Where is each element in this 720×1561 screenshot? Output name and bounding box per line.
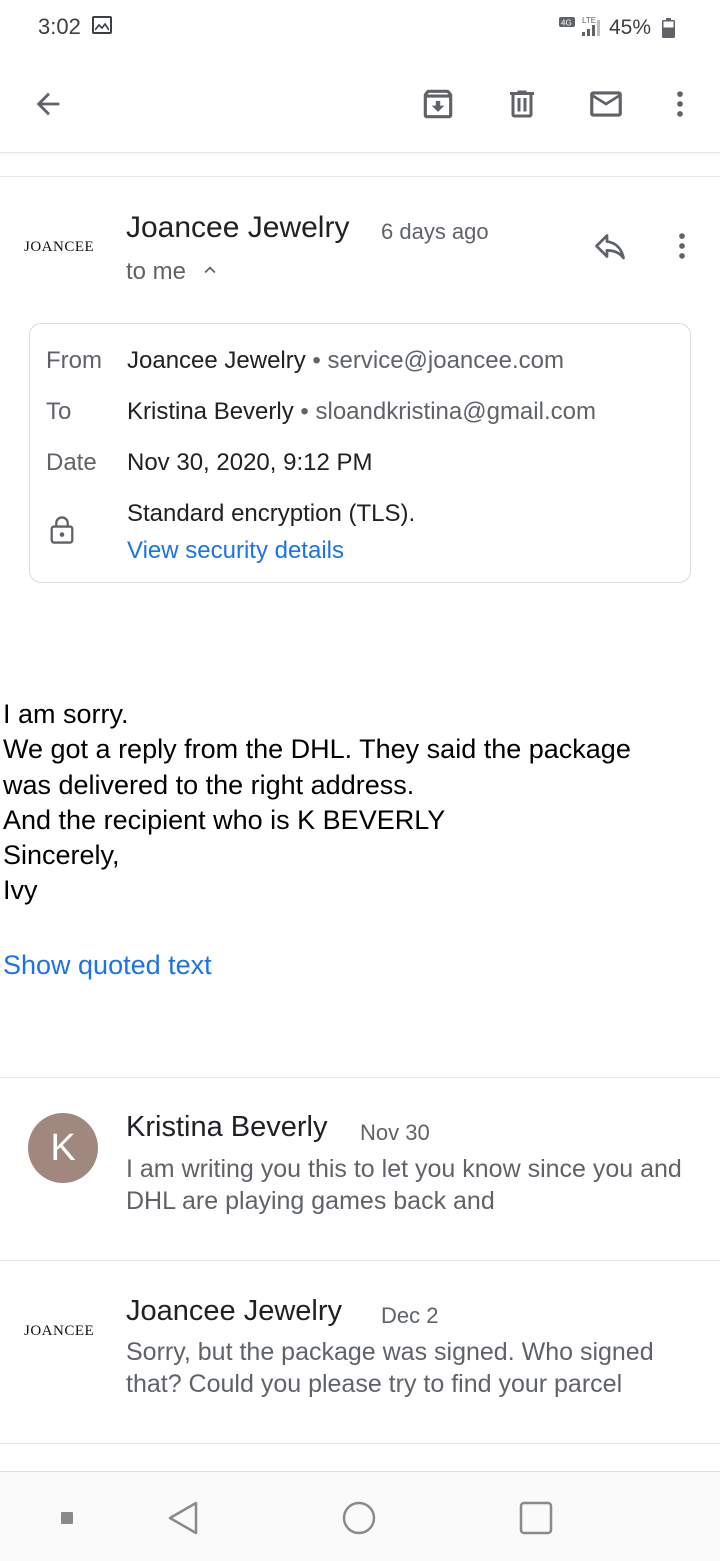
signal-icon: 4G LTE	[559, 16, 600, 36]
to-email[interactable]: sloandkristina@gmail.com	[315, 398, 595, 425]
more-vert-icon	[679, 233, 685, 259]
thread-snippet: I am writing you this to let you know si…	[126, 1155, 682, 1215]
status-bar: 3:02 4G LTE 45%	[0, 0, 720, 58]
back-button[interactable]	[22, 78, 74, 130]
archive-icon	[423, 89, 453, 119]
more-vert-icon	[677, 91, 683, 117]
divider	[0, 1443, 720, 1444]
square-recents-icon	[519, 1501, 553, 1535]
thread-sender: Joancee Jewelry	[126, 1295, 342, 1327]
date-value: Nov 30, 2020, 9:12 PM	[127, 449, 373, 476]
image-notification-icon	[92, 16, 112, 34]
more-options-button[interactable]	[654, 78, 706, 130]
encryption-text: Standard encryption (TLS).	[127, 500, 416, 527]
battery-percent: 45%	[609, 16, 652, 39]
body-line: And the recipient who is K BEVERLY	[3, 804, 446, 835]
sender-logo: JOANCEE	[24, 1323, 95, 1339]
sender-logo: JOANCEE	[24, 239, 95, 255]
back-nav-button[interactable]	[159, 1494, 207, 1542]
from-name: Joancee Jewelry	[127, 347, 306, 374]
thread-date: Dec 2	[381, 1303, 439, 1328]
message-body: I am sorry. We got a reply from the DHL.…	[3, 697, 703, 909]
body-line: We got a reply from the DHL. They said t…	[3, 734, 631, 765]
body-line: Ivy	[3, 875, 38, 906]
recipient-summary[interactable]: to me	[126, 258, 221, 286]
reply-button[interactable]	[584, 220, 636, 272]
archive-button[interactable]	[412, 78, 464, 130]
to-label: To	[46, 398, 72, 425]
to-name: Kristina Beverly	[127, 398, 294, 425]
recipient-summary-text: to me	[126, 258, 187, 285]
sender-name[interactable]: Joancee Jewelry	[126, 211, 349, 245]
thread-date: Nov 30	[360, 1120, 430, 1145]
svg-text:4G: 4G	[561, 19, 572, 28]
lock-icon	[50, 516, 74, 544]
navigation-bar	[0, 1471, 720, 1561]
show-quoted-text-link[interactable]: Show quoted text	[3, 950, 212, 981]
message-time: 6 days ago	[381, 219, 489, 244]
mark-unread-button[interactable]	[580, 78, 632, 130]
date-label: Date	[46, 449, 97, 476]
body-line: Sincerely,	[3, 840, 120, 871]
circle-home-icon	[342, 1501, 376, 1535]
thread-sender: Kristina Beverly	[126, 1111, 328, 1143]
from-value: Joancee Jewelry • service@joancee.com	[127, 347, 564, 374]
arrow-left-icon	[36, 92, 60, 116]
thread-snippet: Sorry, but the package was signed. Who s…	[126, 1338, 654, 1398]
from-email[interactable]: service@joancee.com	[328, 347, 564, 374]
to-value: Kristina Beverly • sloandkristina@gmail.…	[127, 398, 596, 425]
recents-small-button[interactable]	[43, 1494, 91, 1542]
trash-icon	[510, 90, 534, 118]
status-time: 3:02	[38, 14, 81, 39]
svg-text:LTE: LTE	[582, 16, 596, 25]
avatar: K	[28, 1113, 98, 1183]
home-button[interactable]	[335, 1494, 383, 1542]
mail-icon	[590, 91, 622, 117]
from-label: From	[46, 347, 102, 374]
body-line: was delivered to the right address.	[3, 769, 415, 800]
toolbar	[0, 58, 720, 153]
delete-button[interactable]	[496, 78, 548, 130]
battery-icon	[662, 18, 675, 38]
message-more-button[interactable]	[656, 220, 708, 272]
chevron-up-icon	[204, 266, 216, 274]
body-line: I am sorry.	[3, 699, 129, 729]
triangle-back-icon	[168, 1501, 198, 1535]
view-security-details-link[interactable]: View security details	[127, 537, 344, 565]
reply-icon	[595, 234, 625, 260]
recent-apps-button[interactable]	[512, 1494, 560, 1542]
divider	[0, 176, 720, 177]
square-dot-icon	[61, 1512, 73, 1524]
